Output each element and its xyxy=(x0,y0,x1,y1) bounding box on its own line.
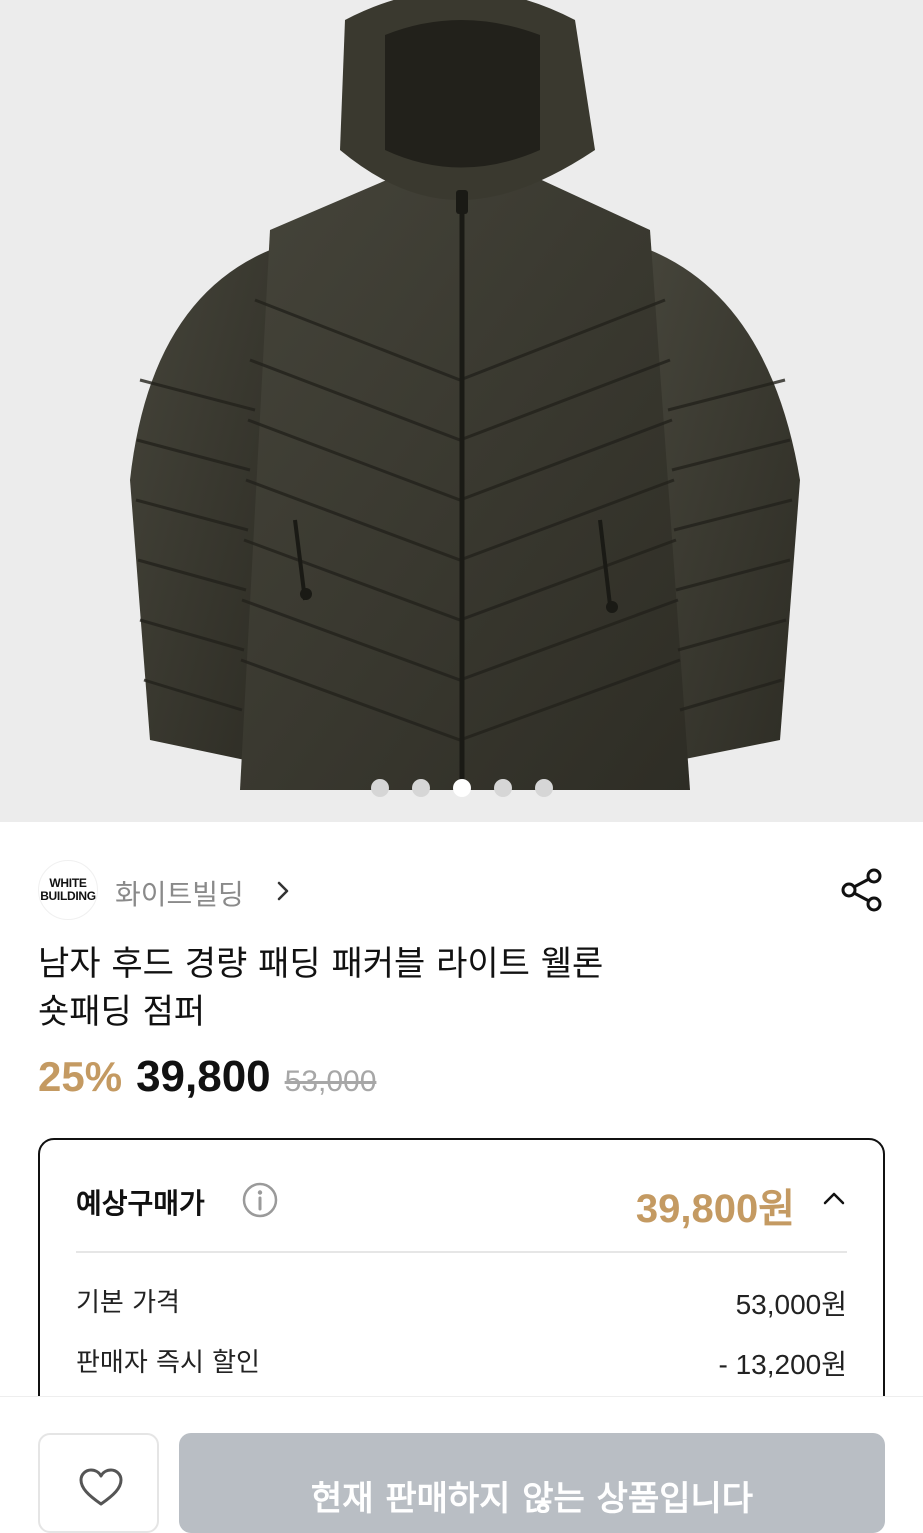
brand-name-link[interactable]: 화이트빌딩 xyxy=(115,873,244,913)
seller-discount-value: - 13,200원 xyxy=(718,1349,847,1380)
price-row: 25% 39,800 53,000 xyxy=(38,1052,376,1104)
brand-logo[interactable]: WHITE BUILDING xyxy=(38,860,98,920)
chevron-up-icon[interactable] xyxy=(821,1186,847,1212)
product-title-line2: 숏패딩 점퍼 xyxy=(38,992,206,1032)
share-icon[interactable] xyxy=(838,865,888,915)
estimated-price-title: 예상구매가 xyxy=(76,1187,205,1220)
purchase-button-label: 현재 판매하지 않는 상품입니다 xyxy=(310,1479,754,1519)
carousel-dot[interactable] xyxy=(493,779,512,797)
purchase-button-disabled[interactable]: 현재 판매하지 않는 상품입니다 xyxy=(179,1433,885,1533)
seller-discount-label: 판매자 즉시 할인 xyxy=(76,1348,260,1378)
info-icon[interactable] xyxy=(240,1180,280,1220)
brand-logo-line2: BUILDING xyxy=(40,889,96,903)
base-price-label: 기본 가격 xyxy=(76,1288,180,1318)
heart-icon xyxy=(79,1468,123,1506)
chevron-right-icon[interactable] xyxy=(270,878,296,904)
carousel-dot[interactable] xyxy=(534,779,553,797)
brand-row: WHITE BUILDING 화이트빌딩 xyxy=(38,860,888,922)
estimated-price-panel: 예상구매가 39,800원 기본 가격 53,000원 판매자 즉시 할인 - … xyxy=(38,1138,885,1438)
product-title: 남자 후드 경량 패딩 패커블 라이트 웰론 숏패딩 점퍼 xyxy=(38,940,888,1036)
sale-price: 39,800 xyxy=(136,1052,271,1101)
divider xyxy=(76,1251,847,1253)
original-price: 53,000 xyxy=(284,1065,377,1098)
carousel-dot[interactable] xyxy=(411,779,430,797)
product-image-carousel[interactable] xyxy=(0,0,923,822)
jacket-image xyxy=(130,0,800,790)
product-title-line1: 남자 후드 경량 패딩 패커블 라이트 웰론 xyxy=(38,944,604,984)
carousel-indicator xyxy=(0,779,923,797)
wishlist-button[interactable] xyxy=(38,1433,159,1533)
carousel-dot-active[interactable] xyxy=(452,779,471,797)
carousel-dot[interactable] xyxy=(370,779,389,797)
base-price-value: 53,000원 xyxy=(735,1289,847,1320)
estimated-price-total: 39,800원 xyxy=(635,1187,795,1231)
discount-rate: 25% xyxy=(38,1053,123,1100)
estimated-price-header[interactable]: 예상구매가 39,800원 xyxy=(76,1176,847,1231)
bottom-action-bar: 현재 판매하지 않는 상품입니다 xyxy=(0,1396,923,1533)
